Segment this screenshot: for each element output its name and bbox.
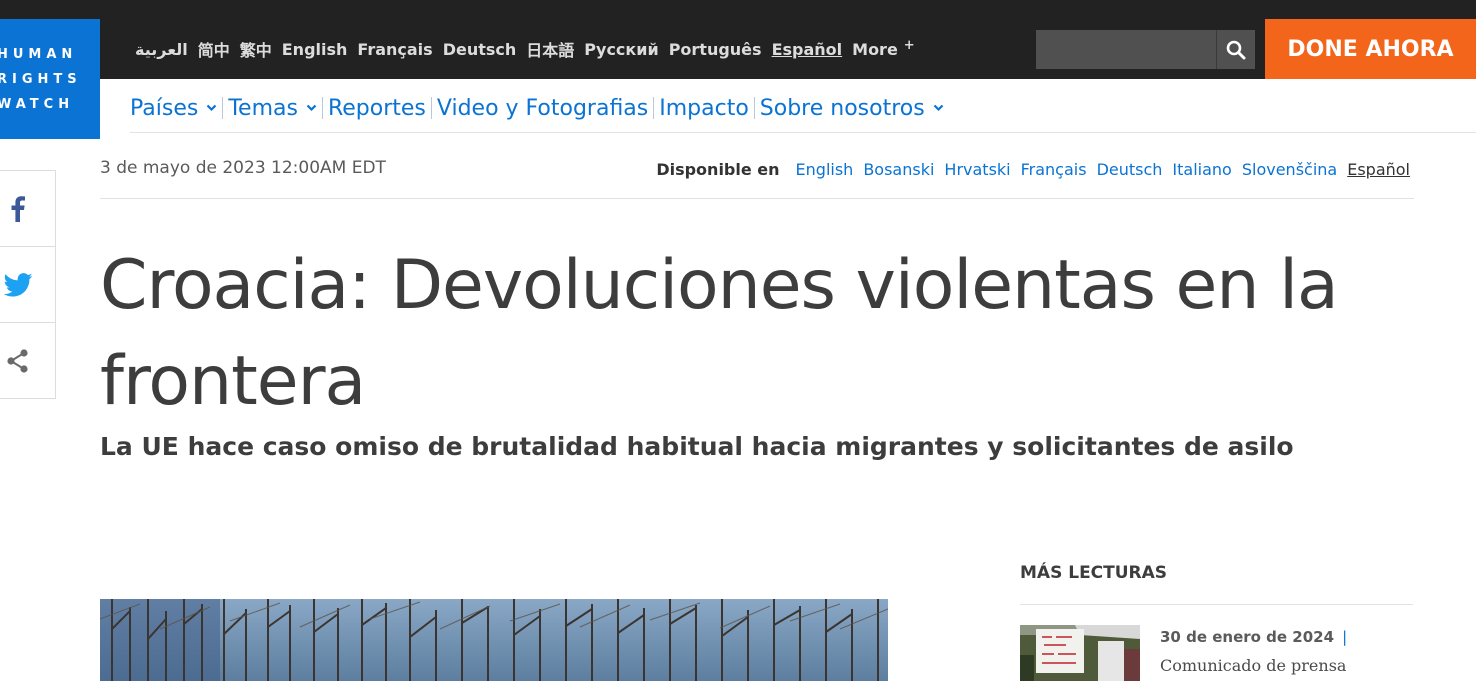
share-bar	[0, 170, 56, 399]
language-link-russian[interactable]: Русский	[584, 40, 658, 59]
search-input[interactable]	[1036, 30, 1216, 69]
share-twitter-button[interactable]	[0, 247, 55, 323]
protest-photo	[1020, 625, 1140, 681]
nav-divider	[753, 97, 755, 119]
chevron-down-icon	[306, 104, 317, 112]
available-language-croatian[interactable]: Hrvatski	[944, 160, 1010, 179]
language-link-portuguese[interactable]: Português	[669, 40, 762, 59]
nav-item-label: Video y Fotografias	[436, 95, 649, 121]
top-strip	[0, 0, 1476, 19]
share-icon	[6, 348, 28, 373]
nav-item-paises[interactable]: Países	[130, 96, 217, 121]
language-link-spanish[interactable]: Español	[772, 40, 843, 59]
donate-button[interactable]: DONE AHORA	[1265, 19, 1476, 79]
facebook-icon	[11, 195, 25, 222]
main-nav: Países Temas Reportes Video y Fotografia…	[130, 90, 944, 126]
language-link-traditional-chinese[interactable]: 繁中	[240, 37, 272, 61]
available-language-spanish[interactable]: Español	[1347, 160, 1410, 179]
nav-item-label: Impacto	[659, 95, 749, 121]
available-language-english[interactable]: English	[796, 160, 854, 179]
logo-line: HUMAN	[0, 47, 78, 62]
hrw-logo[interactable]: HUMAN RIGHTS WATCH	[0, 19, 100, 139]
nav-item-video-fotografias[interactable]: Video y Fotografias	[437, 96, 648, 121]
available-language-slovenian[interactable]: Slovenščina	[1242, 160, 1337, 179]
language-link-arabic[interactable]: العربية	[135, 40, 188, 59]
share-facebook-button[interactable]	[0, 171, 55, 247]
more-reads-divider	[1020, 604, 1413, 605]
date-divider	[100, 198, 1414, 199]
nav-item-label: Reportes	[327, 95, 426, 121]
nav-divider	[222, 97, 224, 119]
nav-divider-line	[130, 132, 1476, 133]
search-button[interactable]	[1216, 30, 1255, 69]
more-reads-separator: |	[1342, 628, 1348, 646]
twitter-icon	[3, 272, 32, 297]
language-link-german[interactable]: Deutsch	[443, 40, 517, 59]
nav-item-impacto[interactable]: Impacto	[659, 96, 749, 121]
language-link-japanese[interactable]: 日本語	[526, 37, 574, 61]
nav-divider	[321, 97, 323, 119]
language-link-english[interactable]: English	[282, 40, 348, 59]
more-reads-thumbnail[interactable]	[1020, 625, 1140, 681]
more-reads-heading: MÁS LECTURAS	[1020, 563, 1168, 583]
article-date: 3 de mayo de 2023 12:00AM EDT	[100, 158, 386, 178]
available-languages-label: Disponible en	[656, 160, 780, 179]
nav-divider	[430, 97, 432, 119]
chevron-down-icon	[206, 104, 217, 112]
more-reads-item-type[interactable]: Comunicado de prensa	[1160, 656, 1346, 675]
language-link-simplified-chinese[interactable]: 简中	[198, 37, 230, 61]
logo-line: RIGHTS	[0, 72, 82, 87]
language-link-french[interactable]: Français	[357, 40, 432, 59]
available-language-italian[interactable]: Italiano	[1172, 160, 1231, 179]
hero-image	[100, 599, 888, 681]
nav-item-label: Sobre nosotros	[759, 95, 925, 121]
nav-item-label: Países	[130, 95, 199, 121]
plus-icon: +	[903, 37, 915, 53]
chevron-down-icon	[933, 104, 944, 112]
search-icon	[1226, 40, 1246, 59]
available-language-german[interactable]: Deutsch	[1097, 160, 1163, 179]
page-title: Croacia: Devoluciones violentas en la fr…	[100, 246, 1339, 421]
more-reads-item-date: 30 de enero de 2024 |	[1160, 628, 1347, 646]
page-subtitle: La UE hace caso omiso de brutalidad habi…	[100, 432, 1294, 461]
share-more-button[interactable]	[0, 323, 55, 398]
nav-divider	[653, 97, 655, 119]
forest-photo	[100, 599, 888, 681]
logo-line: WATCH	[0, 97, 75, 112]
available-language-bosnian[interactable]: Bosanski	[863, 160, 934, 179]
available-languages: Disponible en English Bosanski Hrvatski …	[656, 160, 1410, 179]
nav-item-reportes[interactable]: Reportes	[328, 96, 426, 121]
more-languages-link[interactable]: More	[852, 40, 898, 59]
nav-item-label: Temas	[228, 95, 298, 121]
language-list: العربية 简中 繁中 English Français Deutsch 日…	[135, 19, 915, 79]
nav-item-temas[interactable]: Temas	[228, 96, 317, 121]
nav-item-sobre-nosotros[interactable]: Sobre nosotros	[760, 96, 944, 121]
more-reads-date-text: 30 de enero de 2024	[1160, 628, 1335, 646]
available-language-french[interactable]: Français	[1021, 160, 1087, 179]
